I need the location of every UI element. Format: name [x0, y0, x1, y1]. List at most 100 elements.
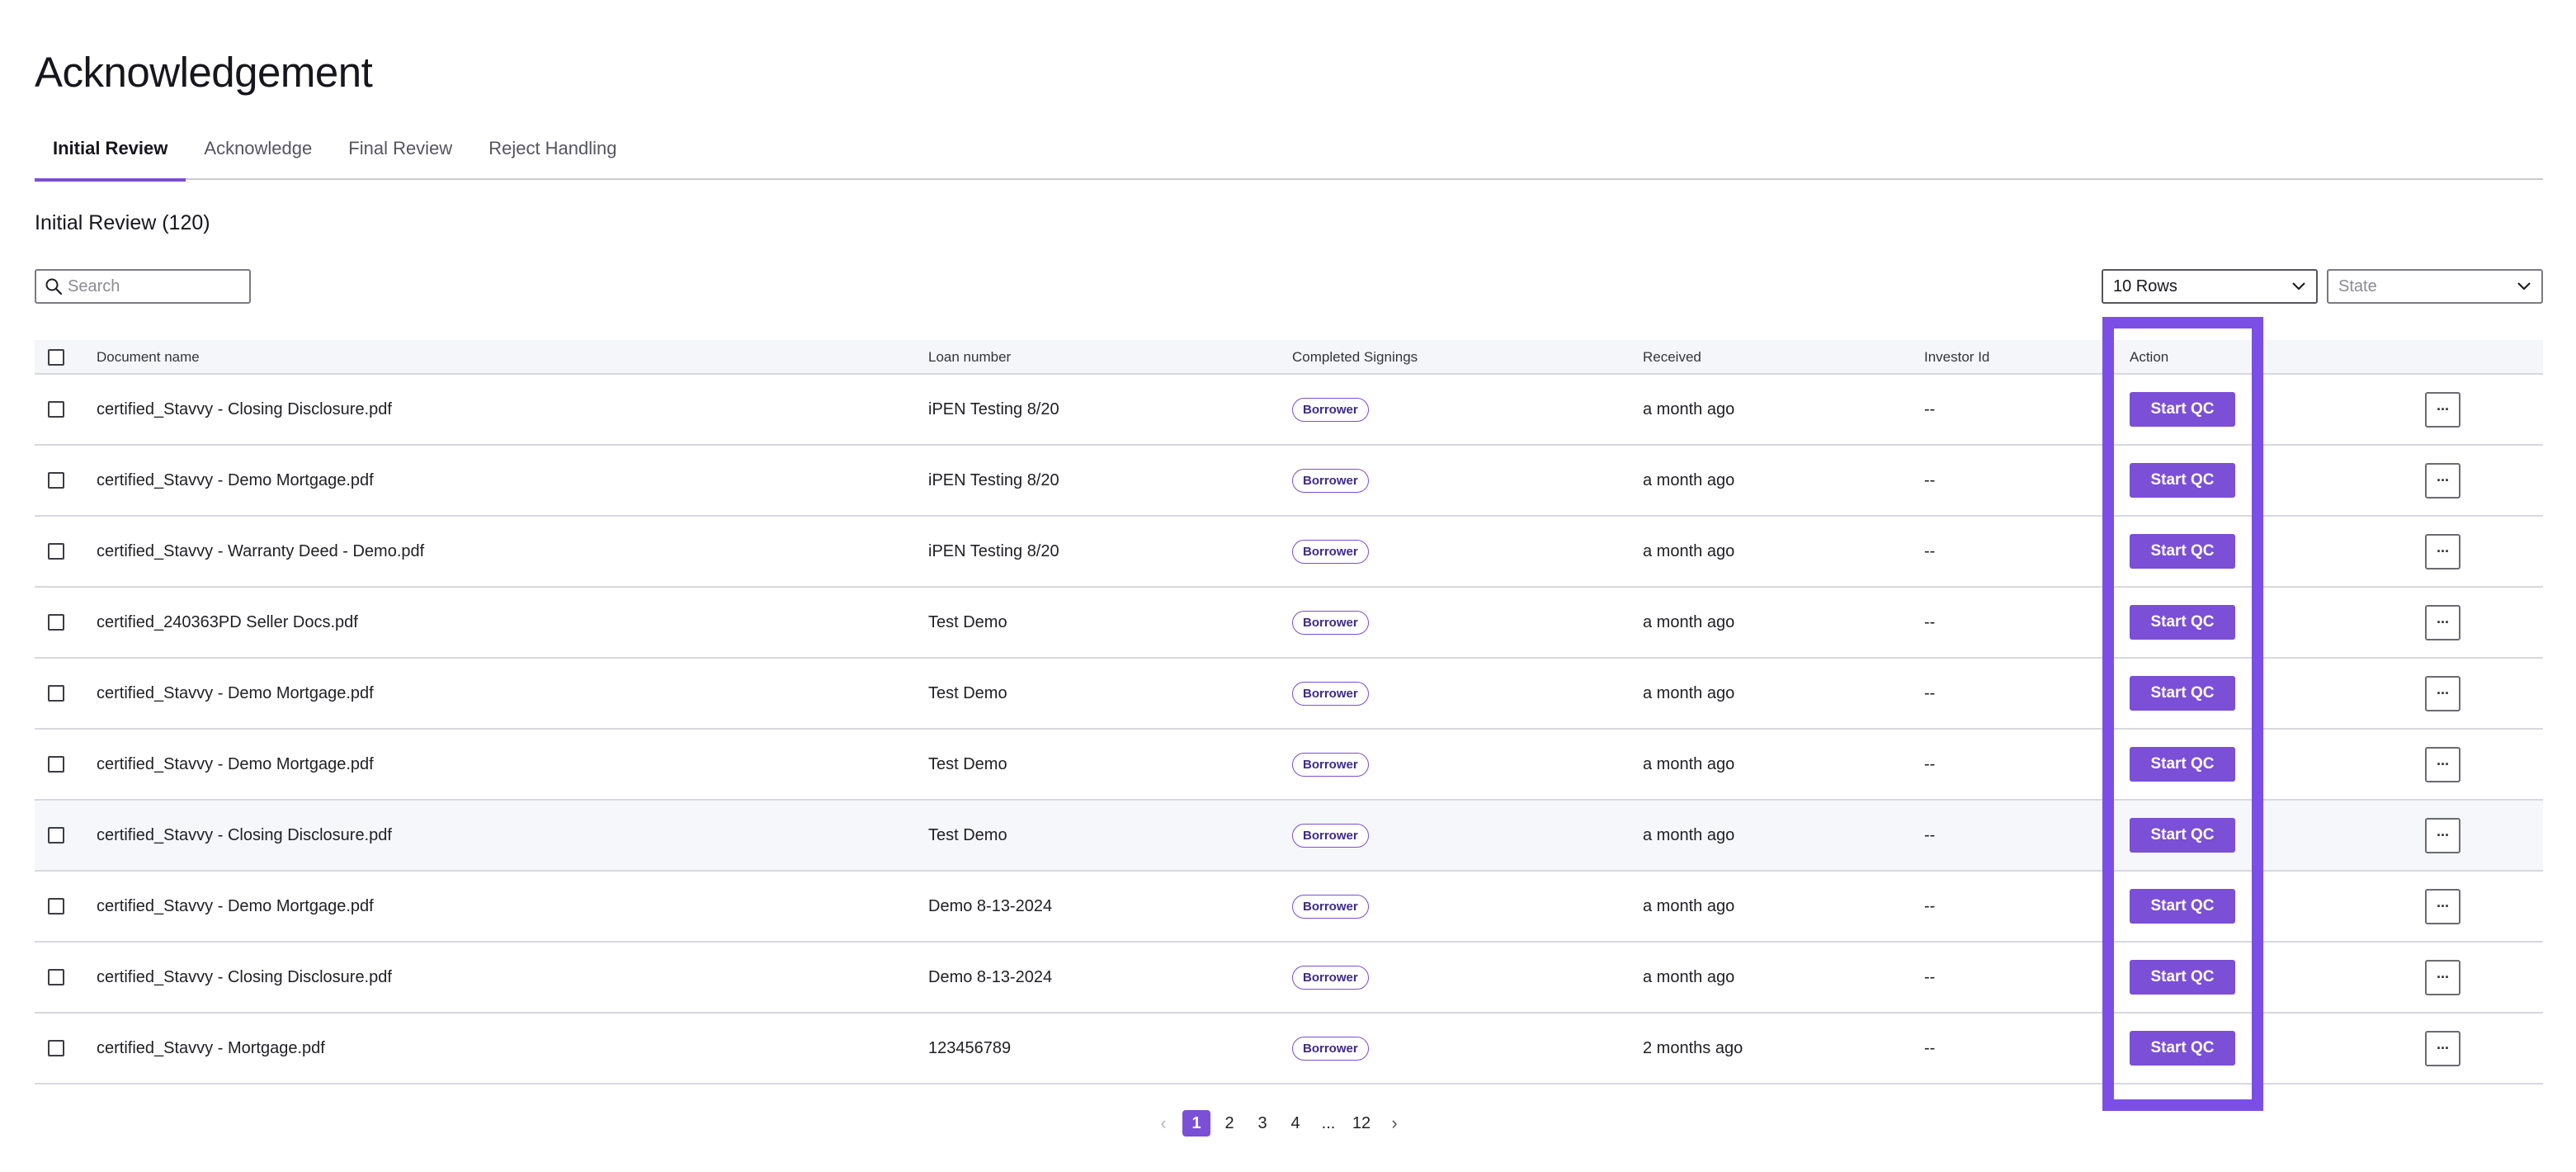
page-title: Acknowledgement	[35, 49, 373, 96]
row-checkbox[interactable]	[48, 614, 64, 631]
select-all-checkbox[interactable]	[48, 349, 64, 366]
next-page-button[interactable]: ›	[1380, 1110, 1408, 1137]
more-options-button[interactable]: ···	[2425, 462, 2460, 499]
received-time: a month ago	[1643, 470, 1735, 489]
search-input[interactable]	[68, 272, 233, 300]
start-qc-button[interactable]: Start QC	[2130, 534, 2235, 569]
start-qc-button[interactable]: Start QC	[2130, 1031, 2235, 1066]
row-checkbox[interactable]	[48, 898, 64, 914]
loan-number: Demo 8-13-2024	[928, 967, 1053, 986]
rows-per-page-select[interactable]: 10 Rows	[2102, 269, 2318, 304]
more-options-button[interactable]: ···	[2425, 746, 2460, 782]
table-row: certified_Stavvy - Demo Mortgage.pdf Test…	[35, 730, 2543, 801]
received-time: a month ago	[1643, 967, 1735, 986]
table-row: certified_240363PD Seller Docs.pdf Test D…	[35, 588, 2543, 659]
received-time: a month ago	[1643, 754, 1735, 773]
ellipsis-icon: ···	[2437, 755, 2450, 773]
tab-bar: Initial Review Acknowledge Final Review …	[35, 121, 2543, 182]
signing-badge: Borrower	[1292, 610, 1369, 635]
column-header-document-name: Document name	[97, 349, 200, 365]
column-header-investor-id: Investor Id	[1924, 349, 1990, 365]
tab-reject-handling[interactable]: Reject Handling	[470, 121, 635, 180]
document-name: certified_Stavvy - Mortgage.pdf	[97, 1038, 325, 1057]
loan-number: Test Demo	[928, 754, 1007, 773]
start-qc-button[interactable]: Start QC	[2130, 392, 2235, 427]
row-checkbox[interactable]	[48, 969, 64, 985]
page-ellipsis: ...	[1321, 1114, 1336, 1132]
ellipsis-icon: ···	[2437, 471, 2450, 489]
page-button-3[interactable]: 3	[1248, 1110, 1276, 1137]
loan-number: Test Demo	[928, 612, 1007, 631]
start-qc-button[interactable]: Start QC	[2130, 463, 2235, 498]
rows-per-page-value: 10 Rows	[2113, 276, 2177, 295]
tab-initial-review[interactable]: Initial Review	[35, 121, 186, 182]
investor-id: --	[1924, 896, 1936, 915]
investor-id: --	[1924, 1038, 1936, 1057]
section-title: Initial Review (120)	[35, 211, 210, 234]
ellipsis-icon: ···	[2437, 968, 2450, 985]
received-time: a month ago	[1643, 399, 1735, 418]
start-qc-button[interactable]: Start QC	[2130, 818, 2235, 853]
page-button-2[interactable]: 2	[1215, 1110, 1243, 1137]
document-name: certified_Stavvy - Demo Mortgage.pdf	[97, 470, 374, 489]
received-time: a month ago	[1643, 612, 1735, 631]
signing-badge: Borrower	[1292, 1036, 1369, 1061]
loan-number: iPEN Testing 8/20	[928, 541, 1059, 560]
more-options-button[interactable]: ···	[2425, 533, 2460, 569]
loan-number: Test Demo	[928, 683, 1007, 702]
document-name: certified_Stavvy - Closing Disclosure.pd…	[97, 967, 392, 986]
ellipsis-icon: ···	[2437, 826, 2450, 844]
row-checkbox[interactable]	[48, 543, 64, 560]
more-options-button[interactable]: ···	[2425, 675, 2460, 711]
table-row: certified_Stavvy - Mortgage.pdf 123456789…	[35, 1014, 2543, 1085]
document-name: certified_Stavvy - Warranty Deed - Demo.…	[97, 541, 425, 560]
investor-id: --	[1924, 612, 1936, 631]
signing-badge: Borrower	[1292, 823, 1369, 848]
column-header-completed-signings: Completed Signings	[1292, 349, 1418, 365]
page-button-last[interactable]: 12	[1347, 1110, 1375, 1137]
loan-number: iPEN Testing 8/20	[928, 470, 1059, 489]
received-time: a month ago	[1643, 825, 1735, 844]
investor-id: --	[1924, 470, 1936, 489]
start-qc-button[interactable]: Start QC	[2130, 605, 2235, 640]
more-options-button[interactable]: ···	[2425, 1030, 2460, 1066]
start-qc-button[interactable]: Start QC	[2130, 747, 2235, 782]
chevron-down-icon	[2292, 282, 2305, 291]
ellipsis-icon: ···	[2437, 613, 2450, 631]
page-button-4[interactable]: 4	[1281, 1110, 1309, 1137]
row-checkbox[interactable]	[48, 401, 64, 418]
state-select[interactable]: State	[2327, 269, 2543, 304]
row-checkbox[interactable]	[48, 827, 64, 844]
chevron-down-icon	[2517, 282, 2531, 291]
start-qc-button[interactable]: Start QC	[2130, 889, 2235, 924]
start-qc-button[interactable]: Start QC	[2130, 676, 2235, 711]
table-row: certified_Stavvy - Closing Disclosure.pd…	[35, 943, 2543, 1014]
investor-id: --	[1924, 683, 1936, 702]
more-options-button[interactable]: ···	[2425, 817, 2460, 853]
loan-number: iPEN Testing 8/20	[928, 399, 1059, 418]
row-checkbox[interactable]	[48, 1040, 64, 1056]
more-options-button[interactable]: ···	[2425, 604, 2460, 640]
received-time: a month ago	[1643, 896, 1735, 915]
received-time: a month ago	[1643, 683, 1735, 702]
table-row: certified_Stavvy - Demo Mortgage.pdf Test…	[35, 659, 2543, 730]
start-qc-button[interactable]: Start QC	[2130, 960, 2235, 995]
page-button-1[interactable]: 1	[1182, 1110, 1210, 1137]
signing-badge: Borrower	[1292, 397, 1369, 422]
row-checkbox[interactable]	[48, 685, 64, 702]
row-checkbox[interactable]	[48, 756, 64, 773]
tab-acknowledge[interactable]: Acknowledge	[186, 121, 330, 180]
loan-number: Demo 8-13-2024	[928, 896, 1053, 915]
row-checkbox[interactable]	[48, 472, 64, 489]
table-row: certified_Stavvy - Demo Mortgage.pdf Demo…	[35, 872, 2543, 943]
more-options-button[interactable]: ···	[2425, 959, 2460, 995]
received-time: a month ago	[1643, 541, 1735, 560]
table-row: certified_Stavvy - Closing Disclosure.pd…	[35, 375, 2543, 446]
column-header-loan-number: Loan number	[928, 349, 1012, 365]
tab-final-review[interactable]: Final Review	[330, 121, 470, 180]
ellipsis-icon: ···	[2437, 542, 2450, 560]
more-options-button[interactable]: ···	[2425, 888, 2460, 924]
document-name: certified_240363PD Seller Docs.pdf	[97, 612, 358, 631]
more-options-button[interactable]: ···	[2425, 391, 2460, 428]
prev-page-button[interactable]: ‹	[1149, 1110, 1177, 1137]
